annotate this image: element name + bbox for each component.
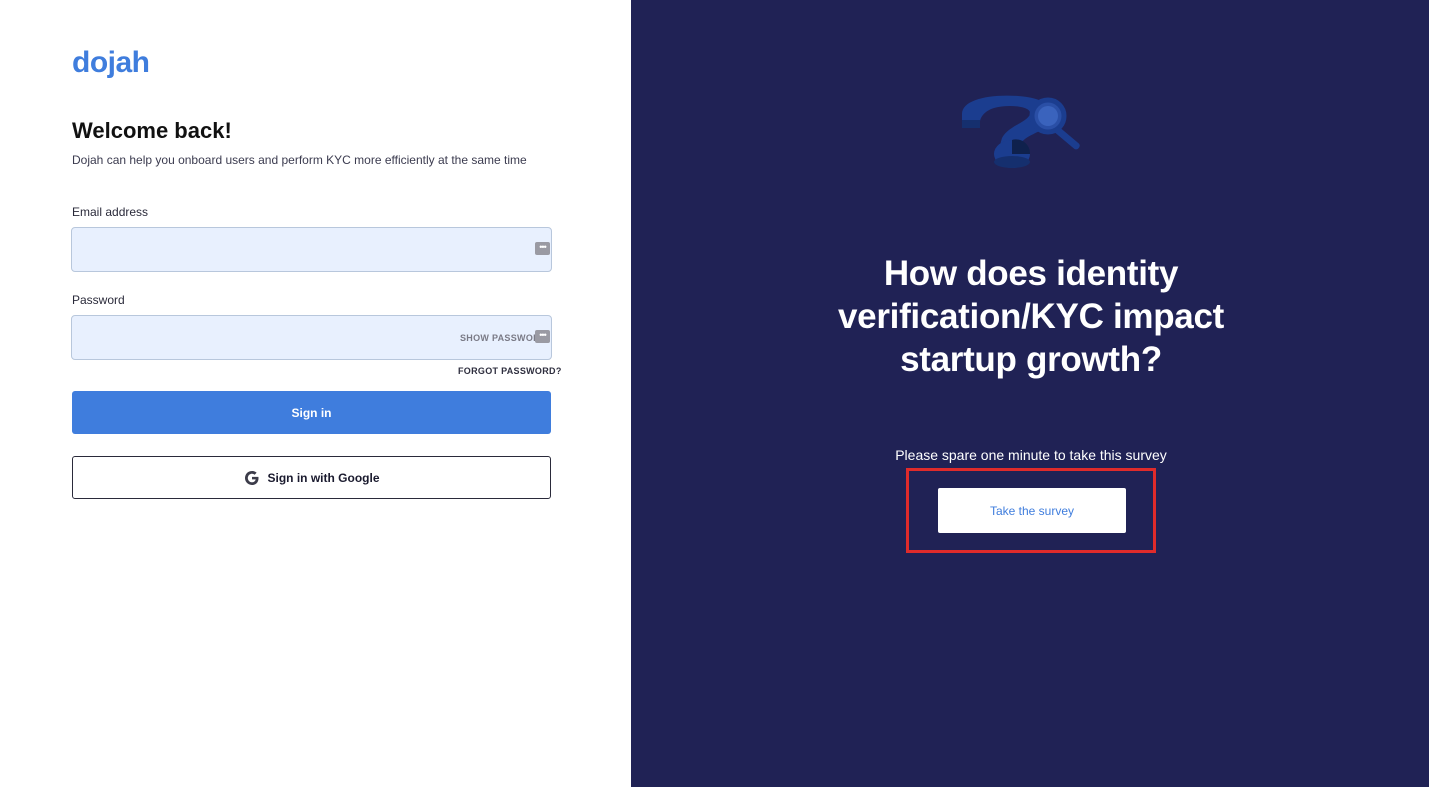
password-label: Password [72,293,125,307]
question-mark-magnifier-illustration [962,95,1080,168]
key-autofill-icon[interactable]: ••• [535,330,550,343]
promo-heading: How does identity verification/KYC impac… [838,254,1224,379]
key-autofill-icon[interactable]: ••• [535,242,550,255]
take-survey-button[interactable]: Take the survey [938,488,1126,533]
page-subtitle: Dojah can help you onboard users and per… [72,153,527,167]
login-panel: dojah Welcome back! Dojah can help you o… [0,0,631,787]
email-field[interactable] [71,227,552,272]
page-title: Welcome back! [72,118,232,143]
google-button-label: Sign in with Google [267,470,380,485]
promo-subtext: Please spare one minute to take this sur… [895,447,1167,463]
email-label: Email address [72,205,149,219]
dojah-logo: dojah [72,46,150,79]
forgot-password-link[interactable]: FORGOT PASSWORD? [458,366,562,376]
sign-in-button[interactable]: Sign in [72,391,551,434]
sign-in-with-google-button[interactable]: Sign in with Google [72,456,551,499]
show-password-toggle[interactable]: SHOW PASSWORD [460,333,547,343]
google-g-icon [244,470,258,485]
